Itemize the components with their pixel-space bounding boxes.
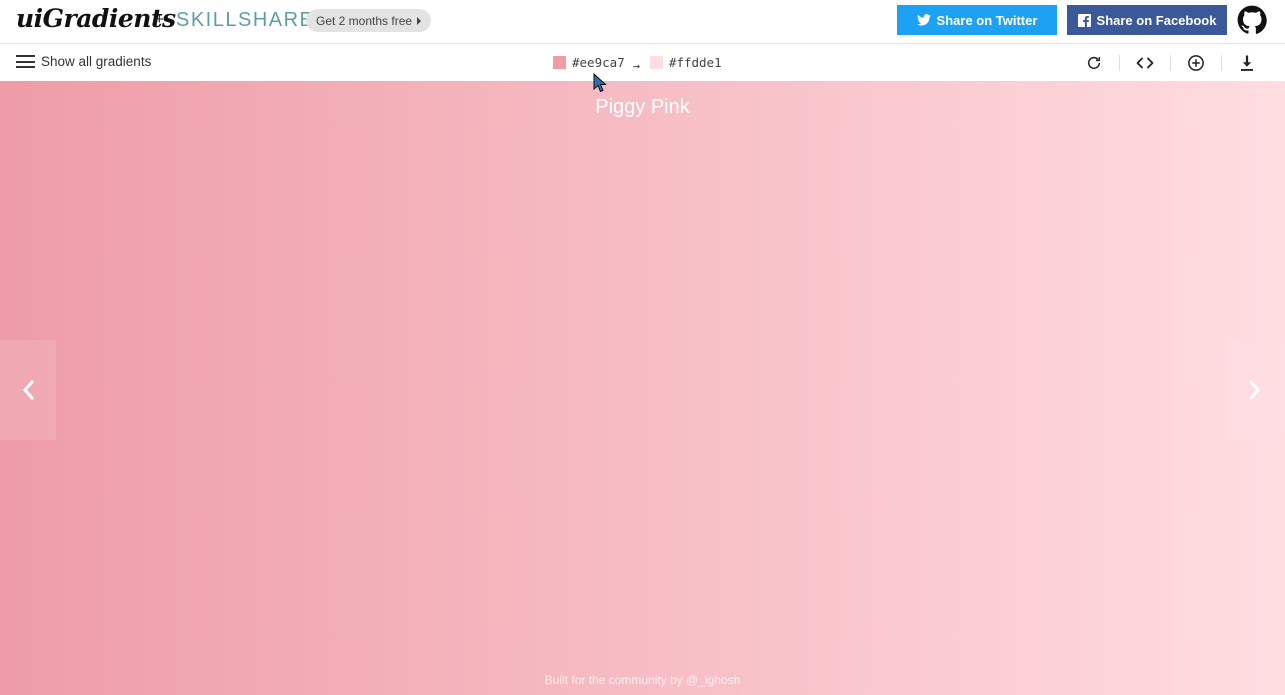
chevron-right-icon xyxy=(1249,380,1260,400)
promo-button[interactable]: Get 2 months free xyxy=(306,9,432,32)
show-all-gradients-button[interactable]: Show all gradients xyxy=(16,54,151,69)
promo-label: Get 2 months free xyxy=(316,13,413,28)
share-twitter-button[interactable]: Share on Twitter xyxy=(897,5,1057,35)
color-swatch-end[interactable] xyxy=(649,56,663,69)
rotate-icon xyxy=(1087,56,1101,69)
toolbar-divider xyxy=(1170,55,1171,71)
next-gradient-button[interactable] xyxy=(1227,340,1283,440)
color-code-start[interactable]: #ee9ca7 xyxy=(572,55,625,70)
add-gradient-button[interactable] xyxy=(1186,53,1206,73)
previous-gradient-button[interactable] xyxy=(0,340,56,440)
toolbar-divider xyxy=(1221,55,1222,71)
add-circle-icon xyxy=(1188,55,1204,71)
get-css-button[interactable] xyxy=(1135,53,1155,73)
mouse-cursor-icon xyxy=(593,73,607,93)
code-icon xyxy=(1136,57,1154,69)
skillshare-logo[interactable]: SKILLSHARE xyxy=(176,9,314,32)
toolbar-actions xyxy=(1084,53,1257,73)
download-button[interactable] xyxy=(1237,53,1257,73)
plus-sign: + xyxy=(155,11,164,28)
download-icon xyxy=(1241,55,1253,71)
share-facebook-button[interactable]: Share on Facebook xyxy=(1067,5,1227,35)
facebook-icon xyxy=(1077,13,1091,27)
color-code-end[interactable]: #ffdde1 xyxy=(669,55,722,70)
twitter-icon xyxy=(916,14,931,26)
top-header: uiGradients + SKILLSHARE Get 2 months fr… xyxy=(0,0,1285,44)
show-all-gradients-label: Show all gradients xyxy=(41,54,152,69)
uigradients-logo[interactable]: uiGradients xyxy=(16,4,176,33)
arrow-right-icon: → xyxy=(632,58,640,73)
toolbar-divider xyxy=(1119,55,1120,71)
footer-credit[interactable]: Built for the community by @_ighosh xyxy=(0,673,1285,687)
gradient-name: Piggy Pink xyxy=(595,96,690,118)
twitter-label: Share on Twitter xyxy=(936,12,1038,28)
hamburger-menu-icon xyxy=(16,55,35,68)
caret-right-icon xyxy=(417,16,422,25)
color-swatch-start[interactable] xyxy=(553,56,566,69)
gradient-preview: Piggy Pink Built for the community by @_… xyxy=(0,81,1285,695)
facebook-label: Share on Facebook xyxy=(1096,12,1217,28)
gradient-colors: #ee9ca7 → #ffdde1 xyxy=(553,55,722,73)
rotate-button[interactable] xyxy=(1084,53,1104,73)
gradient-toolbar: Show all gradients #ee9ca7 → #ffdde1 xyxy=(0,45,1285,81)
github-icon[interactable] xyxy=(1237,5,1267,35)
chevron-left-icon xyxy=(23,380,34,400)
